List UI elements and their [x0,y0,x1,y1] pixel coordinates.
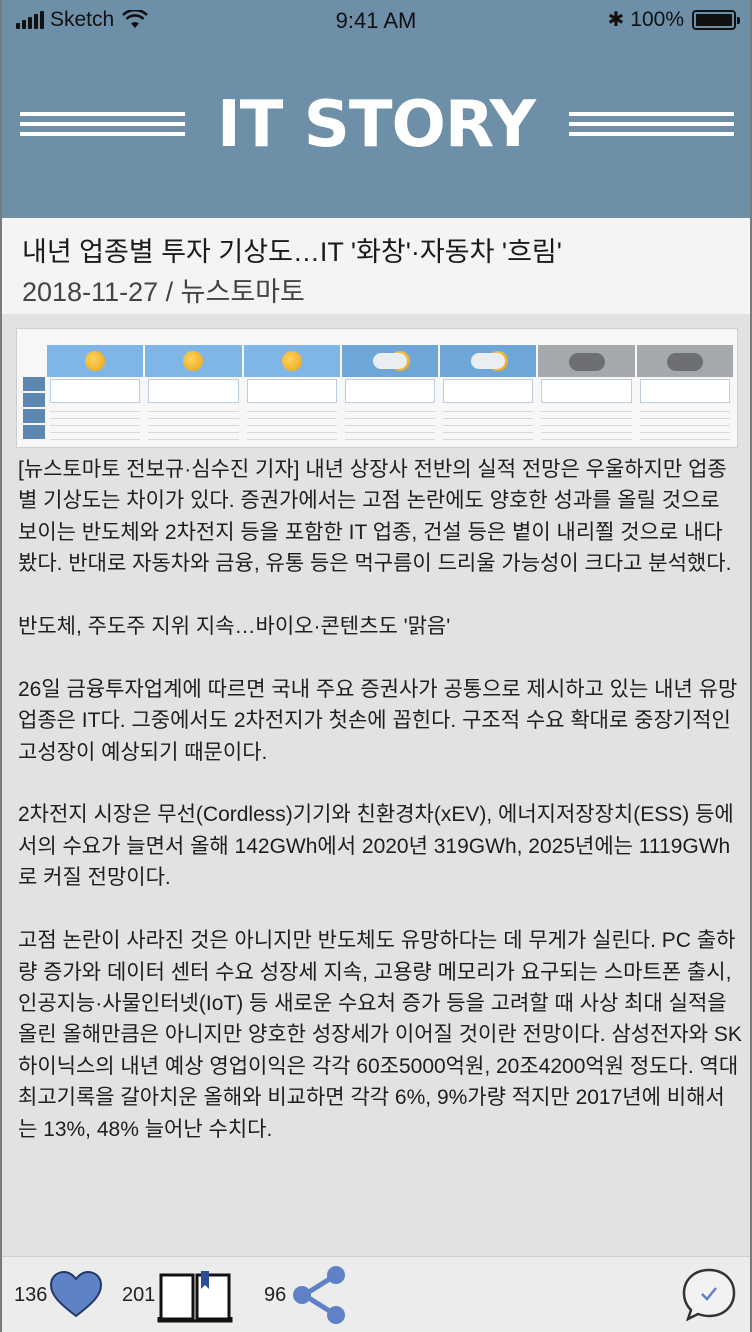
action-bar: 136 201 96 [2,1256,750,1332]
article-meta: 2018-11-27 / 뉴스토마토 [22,270,305,309]
article-image[interactable] [16,328,738,448]
article-date: 2018-11-27 [22,277,159,307]
share-count: 96 [264,1283,287,1306]
comment-icon [682,1268,736,1322]
article-content[interactable]: [뉴스토마토 전보규·심수진 기자] 내년 상장사 전반의 실적 전망은 우울하… [2,314,750,1256]
bookmark-count: 201 [122,1283,156,1306]
battery-icon [692,9,740,30]
bluetooth-icon: ✱ [607,9,625,31]
header-band: Sketch 9:41 AM ✱ 100% IT STORY [2,0,750,218]
battery-percent: 100% [630,7,684,31]
share-icon [293,1266,346,1324]
app-screen: Sketch 9:41 AM ✱ 100% IT STORY 내년 업종별 투자… [2,0,750,1332]
bookmark-button[interactable]: 201 [122,1257,233,1332]
like-count: 136 [14,1283,48,1306]
article-source: 뉴스토마토 [180,277,305,307]
heart-icon [50,1271,103,1318]
status-bar: Sketch 9:41 AM ✱ 100% [2,0,750,40]
image-forecast-table [23,345,733,443]
article-body: [뉴스토마토 전보규·심수진 기자] 내년 상장사 전반의 실적 전망은 우울하… [18,458,742,1141]
like-button[interactable]: 136 [14,1257,103,1332]
article-headline: 내년 업종별 투자 기상도…IT '화창'·자동차 '흐림' [22,237,562,267]
article-title-block: 내년 업종별 투자 기상도…IT '화창'·자동차 '흐림' 2018-11-2… [2,218,750,314]
share-button[interactable]: 96 [264,1257,352,1332]
meta-separator: / [165,277,181,307]
comment-button[interactable] [680,1257,738,1332]
status-right: ✱ 100% [607,7,740,32]
header-decoration-right [569,112,734,142]
book-icon [157,1271,233,1323]
